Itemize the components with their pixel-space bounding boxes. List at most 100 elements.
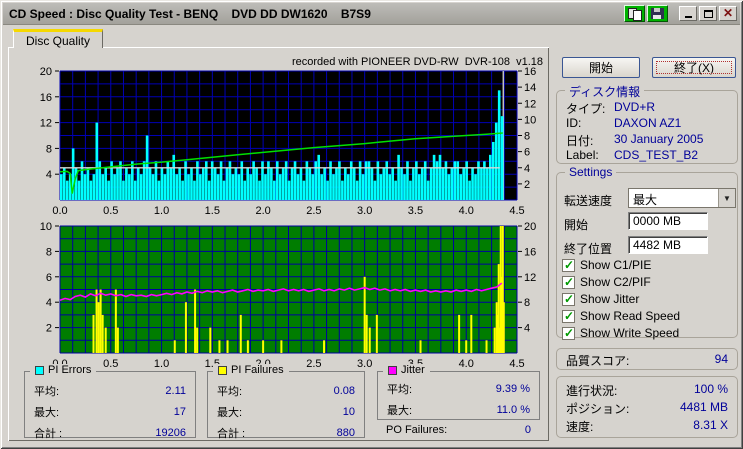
svg-text:12: 12 — [40, 118, 52, 130]
disc-type-value: DVD+R — [614, 100, 656, 114]
svg-text:4: 4 — [46, 297, 52, 309]
svg-text:0.5: 0.5 — [103, 358, 118, 370]
stat-label: 合計 : — [34, 427, 63, 440]
checkbox-label: Show Jitter — [580, 292, 640, 306]
check-icon: ✓ — [564, 291, 575, 306]
stat-value: 880 — [336, 426, 355, 439]
svg-text:3.0: 3.0 — [357, 358, 372, 370]
svg-text:1.5: 1.5 — [205, 205, 220, 217]
svg-text:6: 6 — [524, 147, 530, 159]
stat-value: 17 — [173, 405, 186, 418]
speed-label: 転送速度 — [564, 194, 613, 208]
disc-info-caption: ディスク情報 — [565, 83, 645, 100]
legend-title: Jitter — [401, 364, 425, 376]
checkbox-label: Show Write Speed — [580, 326, 680, 340]
svg-text:8: 8 — [524, 297, 530, 309]
quality-score-row: 品質スコア: 94 — [566, 352, 728, 369]
minimize-icon — [684, 16, 692, 18]
speed-select[interactable]: 最大 ▼ — [628, 188, 736, 208]
svg-text:3.0: 3.0 — [357, 205, 372, 217]
svg-text:4: 4 — [46, 169, 52, 181]
disc-type-label: タイプ: — [566, 102, 606, 116]
checkbox-show-c2-pif[interactable]: ✓ — [562, 274, 575, 289]
window-title: CD Speed : Disc Quality Test - BENQ DVD … — [9, 6, 371, 21]
svg-text:2: 2 — [46, 323, 52, 335]
disc-date-value: 30 January 2005 — [614, 132, 704, 146]
disc-date-label: 日付: — [566, 134, 594, 148]
maximize-button[interactable] — [699, 6, 717, 21]
svg-text:8: 8 — [46, 143, 52, 155]
end-pos-input[interactable]: 4482 MB — [628, 236, 708, 254]
speed-stat-value: 8.31 X — [693, 418, 728, 432]
stat-value: 10 — [342, 405, 355, 418]
svg-text:4: 4 — [524, 323, 530, 335]
svg-text:12: 12 — [524, 272, 536, 284]
disc-label-label: Label: — [566, 148, 599, 162]
svg-text:10: 10 — [40, 221, 52, 233]
checkbox-show-read-speed[interactable]: ✓ — [562, 309, 575, 323]
svg-text:16: 16 — [40, 92, 52, 104]
legend-title: PI Failures — [231, 364, 284, 376]
save-button[interactable] — [647, 5, 668, 22]
checkbox-label: Show C2/PIF — [580, 275, 651, 289]
pi-failures-chart: 246810481216200.00.51.01.52.02.53.03.54.… — [40, 221, 537, 370]
stat-label: 平均: — [34, 385, 60, 398]
svg-text:4.0: 4.0 — [459, 358, 474, 370]
stat-label: 合計 : — [217, 427, 246, 440]
close-icon: ✕ — [722, 6, 734, 20]
pi-errors-chart: 481216202468101214160.0 0.5 1.0 1.5 2.0 2.5 3.… — [40, 66, 537, 217]
po-failures-value: 0 — [524, 424, 531, 436]
chevron-down-icon[interactable]: ▼ — [718, 189, 735, 207]
start-pos-input[interactable]: 0000 MB — [628, 212, 708, 230]
svg-text:16: 16 — [524, 66, 536, 78]
minimize-button[interactable] — [679, 6, 697, 21]
start-pos-label: 開始 — [564, 218, 589, 232]
svg-text:10: 10 — [524, 114, 536, 126]
stat-label: 平均: — [387, 383, 413, 396]
stat-value: 19206 — [155, 426, 186, 439]
start-button[interactable]: 開始 — [562, 57, 640, 78]
stat-value: 2.11 — [165, 384, 186, 397]
svg-text:20: 20 — [524, 221, 536, 233]
check-icon: ✓ — [564, 274, 575, 289]
stat-label: 最大: — [34, 406, 60, 419]
tab-disc-quality[interactable]: Disc Quality — [13, 29, 104, 48]
settings-caption: Settings — [565, 165, 617, 179]
stat-label: 最大: — [387, 404, 413, 417]
svg-text:0.0: 0.0 — [52, 205, 67, 217]
speed-selected-value: 最大 — [633, 193, 658, 207]
checkbox-show-jitter[interactable]: ✓ — [562, 291, 575, 306]
stat-value: 0.08 — [333, 384, 355, 397]
progress-label: 進行状況: — [566, 384, 618, 398]
exit-button[interactable]: 終了(X) — [652, 57, 736, 78]
stat-value: 11.0 % — [496, 403, 530, 416]
svg-text:1.0: 1.0 — [154, 358, 169, 370]
svg-text:4: 4 — [524, 163, 530, 175]
svg-text:3.5: 3.5 — [408, 205, 423, 217]
disc-label-value: CDS_TEST_B2 — [614, 148, 699, 162]
po-failures-label: PO Failures: — [386, 424, 448, 436]
jitter-swatch-icon — [388, 365, 397, 375]
po-failures-row: PO Failures: 0 — [377, 424, 540, 436]
svg-text:2.0: 2.0 — [255, 205, 270, 217]
svg-text:1.0: 1.0 — [154, 205, 169, 217]
svg-text:6: 6 — [46, 272, 52, 284]
pi-failures-swatch-icon — [218, 365, 227, 375]
quality-score-value: 94 — [714, 352, 728, 366]
svg-text:20: 20 — [40, 66, 52, 78]
end-pos-label: 終了位置 — [564, 242, 613, 256]
pi-errors-swatch-icon — [35, 365, 44, 375]
legend-pi-failures: PI Failures 平均: 0.08 最大: 10 合計 : 880 — [207, 364, 365, 440]
close-button[interactable]: ✕ — [719, 6, 737, 21]
speed-stat-label: 速度: — [566, 420, 594, 434]
svg-text:2: 2 — [524, 179, 530, 191]
svg-text:16: 16 — [524, 246, 536, 258]
svg-text:8: 8 — [524, 131, 530, 143]
maximize-icon — [703, 9, 713, 18]
copy-button[interactable] — [624, 5, 645, 22]
svg-text:12: 12 — [524, 98, 536, 110]
checkbox-show-c1-pie[interactable]: ✓ — [562, 258, 575, 272]
svg-text:2.5: 2.5 — [306, 358, 321, 370]
checkbox-show-write-speed[interactable]: ✓ — [562, 326, 575, 340]
position-label: ポジション: — [566, 402, 630, 416]
